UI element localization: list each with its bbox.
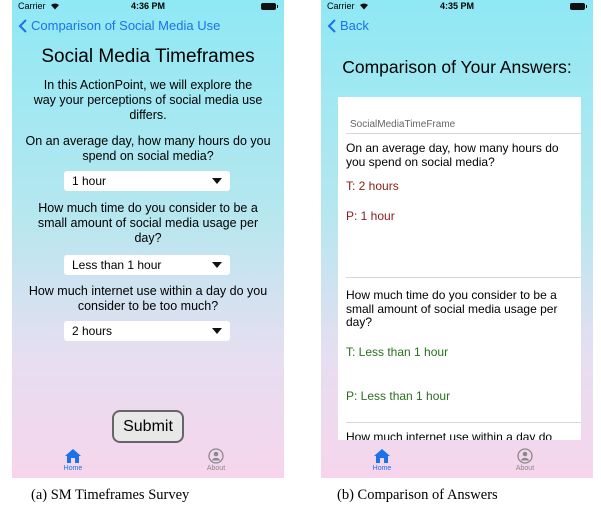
submit-button[interactable]: Submit [112,410,184,443]
tab-about-label: About [515,465,535,472]
tab-home[interactable]: Home [43,448,103,472]
answer-question: How much internet use within a day do [346,430,553,440]
select-value: 2 hours [72,324,113,338]
back-button-label: Back [340,18,369,33]
status-time: 4:36 PM [130,1,165,11]
chevron-left-icon [327,18,336,33]
status-bar: Carrier 4:35 PM [321,0,593,14]
too-much-select[interactable]: 2 hours [64,321,230,341]
hours-per-day-select[interactable]: 1 hour [64,171,230,191]
answer-question: How much time do you consider to be a sm… [346,288,558,329]
teacher-answer: T: Less than 1 hour [346,345,449,359]
section-header: SocialMediaTimeFrame [350,119,456,130]
tab-about[interactable]: About [186,448,246,472]
divider [346,133,581,134]
divider [346,277,581,278]
battery-icon [570,3,587,10]
person-circle-icon [517,448,533,464]
answers-list[interactable]: SocialMediaTimeFrame On an average day, … [338,97,581,440]
dropdown-arrow-icon [212,262,222,268]
tab-about[interactable]: About [495,448,555,472]
back-button-label: Comparison of Social Media Use [31,18,221,33]
select-value: Less than 1 hour [72,258,162,272]
tab-about-label: About [206,465,226,472]
peer-answer: P: 1 hour [346,209,395,223]
person-circle-icon [208,448,224,464]
intro-text: In this ActionPoint, we will explore the… [33,78,263,122]
back-button[interactable]: Back [326,18,369,33]
question-small-usage: How much time do you consider to be a sm… [37,201,259,245]
teacher-answer: T: 2 hours [346,179,399,193]
caption-comparison: (b) Comparison of Answers [337,487,498,503]
dropdown-arrow-icon [212,328,222,334]
answer-question: On an average day, how many hours do you… [346,141,559,169]
caption-survey: (a) SM Timeframes Survey [31,487,190,503]
survey-screen: Carrier 4:36 PM Comparison of Social Med… [12,0,284,478]
tab-bar: Home About [12,444,284,478]
back-button[interactable]: Comparison of Social Media Use [17,18,220,33]
chevron-left-icon [18,18,27,33]
divider [346,422,581,423]
status-bar: Carrier 4:36 PM [12,0,284,14]
tab-home[interactable]: Home [352,448,412,472]
small-usage-select[interactable]: Less than 1 hour [64,255,230,275]
select-value: 1 hour [72,174,107,188]
page-title: Social Media Timeframes [41,46,255,67]
page-title: Comparison of Your Answers: [342,57,572,77]
dropdown-arrow-icon [212,178,222,184]
peer-answer: P: Less than 1 hour [346,389,451,403]
home-icon [374,449,390,463]
battery-icon [261,3,278,10]
tab-home-label: Home [372,465,392,472]
tab-home-label: Home [63,465,83,472]
tab-bar: Home About [321,444,593,478]
comparison-screen: Carrier 4:35 PM Back Comparison of Your … [321,0,593,478]
home-icon [65,449,81,463]
question-too-much: How much internet use within a day do yo… [28,284,268,313]
question-hours-per-day: On an average day, how many hours do you… [25,134,271,163]
status-time: 4:35 PM [439,1,474,11]
